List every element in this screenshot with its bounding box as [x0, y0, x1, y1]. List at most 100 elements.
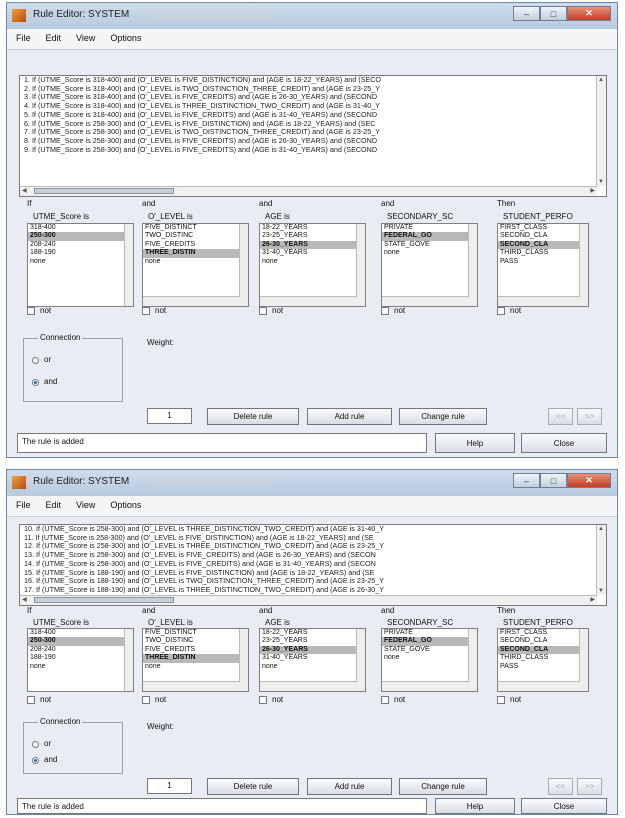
listbox-option[interactable]: 250-300 [28, 637, 133, 646]
and-radio[interactable] [32, 757, 39, 764]
listbox-option[interactable]: none [382, 249, 477, 257]
listbox-horizontal-scrollbar[interactable] [260, 681, 357, 691]
listbox-option[interactable]: 208-240 [28, 646, 133, 654]
rules-horizontal-scrollbar[interactable]: ◀ ▶ [20, 186, 597, 196]
not-checkbox[interactable] [259, 696, 267, 704]
variable-listbox[interactable]: FIRST_CLASS SECOND_CLA SECOND_CLA THIRD_CLA… [497, 628, 589, 692]
listbox-option[interactable]: 318-400 [28, 629, 133, 637]
listbox-option[interactable]: PRIVATE [382, 629, 477, 637]
menu-options[interactable]: Options [110, 500, 141, 510]
maximize-button[interactable]: □ [540, 473, 567, 488]
listbox-vertical-scrollbar[interactable] [579, 224, 588, 306]
not-checkbox[interactable] [497, 696, 505, 704]
listbox-option[interactable]: 26-30_YEARS [260, 645, 365, 655]
listbox-option[interactable]: TWO_DISTINC [143, 232, 248, 240]
listbox-option[interactable]: 188-190 [28, 654, 133, 662]
listbox-option[interactable]: 23-25_YEARS [260, 637, 365, 645]
scroll-right-arrow[interactable]: ▶ [590, 596, 595, 603]
listbox-vertical-scrollbar[interactable] [239, 224, 248, 306]
listbox-vertical-scrollbar[interactable] [468, 629, 477, 691]
rules-horizontal-scrollbar[interactable]: ◀ ▶ [20, 595, 597, 605]
listbox-option[interactable]: 208-240 [28, 241, 133, 249]
maximize-button[interactable]: □ [540, 6, 567, 21]
listbox-option[interactable]: FIRST_CLASS [498, 224, 588, 232]
listbox-horizontal-scrollbar[interactable] [143, 681, 240, 691]
weight-input[interactable]: 1 [147, 778, 192, 794]
listbox-vertical-scrollbar[interactable] [239, 629, 248, 691]
listbox-vertical-scrollbar[interactable] [356, 224, 365, 306]
listbox-option[interactable]: FIVE_DISTINCT [143, 629, 248, 637]
listbox-option[interactable]: none [143, 258, 248, 266]
scroll-down-arrow[interactable]: ▼ [598, 179, 604, 185]
listbox-vertical-scrollbar[interactable] [468, 224, 477, 306]
close-window-button[interactable]: ✕ [567, 473, 611, 488]
scroll-left-arrow[interactable]: ◀ [22, 187, 27, 194]
not-checkbox[interactable] [497, 307, 505, 315]
listbox-option[interactable]: FEDERAL_GO [382, 232, 477, 241]
rules-vertical-scrollbar[interactable]: ▲ ▼ [596, 525, 606, 595]
listbox-option[interactable]: SECOND_CLA [498, 645, 588, 655]
listbox-vertical-scrollbar[interactable] [579, 629, 588, 691]
next-rules-button[interactable]: >> [577, 778, 602, 795]
scroll-down-arrow[interactable]: ▼ [598, 588, 604, 594]
not-checkbox[interactable] [27, 307, 35, 315]
close-button[interactable]: Close [521, 433, 607, 453]
scroll-right-arrow[interactable]: ▶ [590, 187, 595, 194]
listbox-option[interactable]: 31-40_YEARS [260, 654, 365, 662]
listbox-option[interactable]: STATE_GOVE [382, 241, 477, 249]
variable-listbox[interactable]: FIVE_DISTINCT TWO_DISTINC FIVE_CREDITS THRE… [142, 628, 249, 692]
listbox-option[interactable]: PASS [498, 258, 588, 266]
help-button[interactable]: Help [435, 433, 515, 453]
listbox-option[interactable]: 23-25_YEARS [260, 232, 365, 240]
menu-edit[interactable]: Edit [46, 33, 62, 43]
listbox-option[interactable]: none [143, 663, 248, 671]
listbox-option[interactable]: none [28, 258, 133, 266]
rules-vertical-scrollbar[interactable]: ▲ ▼ [596, 76, 606, 186]
listbox-option[interactable]: SECOND_CLA [498, 637, 588, 645]
variable-listbox[interactable]: PRIVATE FEDERAL_GO STATE_GOVE none [381, 628, 478, 692]
scroll-up-arrow[interactable]: ▲ [598, 77, 604, 83]
add-rule-button[interactable]: Add rule [307, 408, 392, 425]
listbox-option[interactable]: THREE_DISTIN [143, 249, 248, 258]
listbox-option[interactable]: PASS [498, 663, 588, 671]
previous-rules-button[interactable]: << [548, 408, 573, 425]
variable-listbox[interactable]: FIRST_CLASS SECOND_CLA SECOND_CLA THIRD_CLA… [497, 223, 589, 307]
or-radio[interactable] [32, 357, 39, 364]
variable-listbox[interactable]: FIVE_DISTINCT TWO_DISTINC FIVE_CREDITS THRE… [142, 223, 249, 307]
listbox-horizontal-scrollbar[interactable] [382, 296, 469, 306]
listbox-option[interactable]: FIRST_CLASS [498, 629, 588, 637]
listbox-horizontal-scrollbar[interactable] [498, 681, 580, 691]
listbox-option[interactable]: none [260, 258, 365, 266]
rules-listbox[interactable]: 10. If (UTME_Score is 258-300) and (O'_L… [19, 524, 607, 606]
listbox-option[interactable]: none [382, 654, 477, 662]
not-checkbox[interactable] [142, 696, 150, 704]
delete-rule-button[interactable]: Delete rule [207, 408, 299, 425]
change-rule-button[interactable]: Change rule [399, 778, 487, 795]
listbox-vertical-scrollbar[interactable] [124, 224, 133, 306]
menu-view[interactable]: View [76, 500, 95, 510]
horizontal-scroll-thumb[interactable] [34, 597, 174, 603]
or-radio[interactable] [32, 741, 39, 748]
scroll-left-arrow[interactable]: ◀ [22, 596, 27, 603]
delete-rule-button[interactable]: Delete rule [207, 778, 299, 795]
not-checkbox[interactable] [27, 696, 35, 704]
listbox-option[interactable]: SECOND_CLA [498, 232, 588, 240]
close-window-button[interactable]: ✕ [567, 6, 611, 21]
menu-edit[interactable]: Edit [46, 500, 62, 510]
variable-listbox[interactable]: 318-400 250-300 208-240 188-190 none [27, 223, 134, 307]
not-checkbox[interactable] [142, 307, 150, 315]
menu-options[interactable]: Options [110, 33, 141, 43]
and-radio[interactable] [32, 379, 39, 386]
previous-rules-button[interactable]: << [548, 778, 573, 795]
listbox-option[interactable]: THIRD_CLASS [498, 249, 588, 257]
variable-listbox[interactable]: PRIVATE FEDERAL_GO STATE_GOVE none [381, 223, 478, 307]
weight-input[interactable]: 1 [147, 408, 192, 424]
variable-listbox[interactable]: 18-22_YEARS 23-25_YEARS 26-30_YEARS 31-40_Y… [259, 628, 366, 692]
listbox-option[interactable]: SECOND_CLA [498, 240, 588, 250]
listbox-option[interactable]: 250-300 [28, 232, 133, 241]
listbox-option[interactable]: THREE_DISTIN [143, 654, 248, 663]
listbox-option[interactable]: FIVE_CREDITS [143, 241, 248, 249]
variable-listbox[interactable]: 18-22_YEARS 23-25_YEARS 26-30_YEARS 31-40_Y… [259, 223, 366, 307]
listbox-vertical-scrollbar[interactable] [124, 629, 133, 691]
listbox-option[interactable]: THIRD_CLASS [498, 654, 588, 662]
